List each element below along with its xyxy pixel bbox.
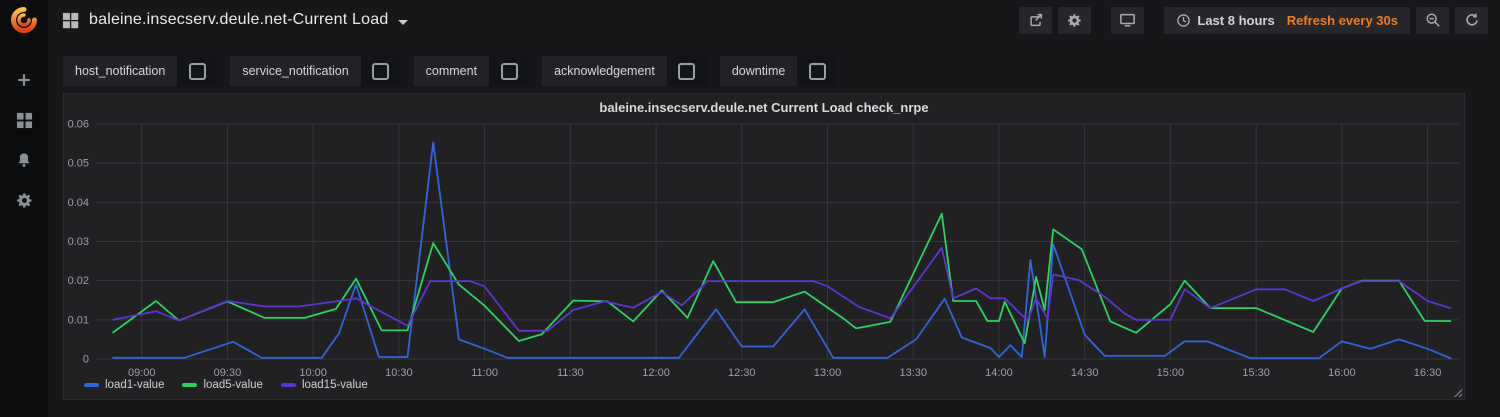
filter-acknowledgement: acknowledgement xyxy=(542,56,707,86)
filter-checkbox-comment[interactable] xyxy=(489,56,529,86)
x-tick-label: 15:30 xyxy=(1242,367,1270,379)
filter-checkbox-acknowledgement[interactable] xyxy=(667,56,707,86)
refresh-interval-label[interactable]: Refresh every 30s xyxy=(1287,13,1398,28)
y-tick-label: 0.01 xyxy=(68,314,89,326)
clock-icon xyxy=(1176,13,1191,28)
checkbox[interactable] xyxy=(501,63,518,80)
checkbox[interactable] xyxy=(372,63,389,80)
legend-swatch xyxy=(84,383,99,387)
sidebar xyxy=(0,0,48,417)
filter-label: downtime xyxy=(720,56,798,86)
filter-label: service_notification xyxy=(230,56,360,86)
refresh-button[interactable] xyxy=(1455,7,1488,34)
filter-downtime: downtime xyxy=(720,56,838,86)
chart-legend: load1-value load5-value load15-value xyxy=(84,379,368,391)
series-load5-value-line xyxy=(113,214,1450,344)
legend-label: load1-value xyxy=(105,379,164,391)
y-tick-label: 0.04 xyxy=(68,197,89,209)
dashboard-title[interactable]: baleine.insecserv.deule.net-Current Load xyxy=(89,11,388,29)
time-range-label: Last 8 hours xyxy=(1197,13,1274,28)
checkbox[interactable] xyxy=(189,63,206,80)
checkbox[interactable] xyxy=(678,63,695,80)
filter-checkbox-host_notification[interactable] xyxy=(177,56,217,86)
chevron-down-icon[interactable] xyxy=(398,20,408,25)
legend-swatch xyxy=(182,383,197,387)
x-tick-label: 12:00 xyxy=(642,367,670,379)
filter-label: comment xyxy=(414,56,489,86)
x-tick-label: 11:30 xyxy=(557,367,584,379)
alerting-bell-icon[interactable] xyxy=(14,150,34,170)
x-tick-label: 12:30 xyxy=(728,367,756,379)
filter-label: acknowledgement xyxy=(542,56,667,86)
filter-checkbox-downtime[interactable] xyxy=(797,56,837,86)
panel-current-load: baleine.insecserv.deule.net Current Load… xyxy=(63,93,1465,400)
create-plus-icon[interactable] xyxy=(14,70,34,90)
x-tick-label: 10:30 xyxy=(385,367,413,379)
grafana-logo[interactable] xyxy=(0,0,48,40)
dashboard-grid-icon xyxy=(62,12,79,29)
x-tick-label: 10:00 xyxy=(299,367,327,379)
x-tick-label: 13:00 xyxy=(814,367,842,379)
y-tick-label: 0.02 xyxy=(68,275,89,287)
filter-comment: comment xyxy=(414,56,529,86)
legend-swatch xyxy=(281,383,296,387)
timeseries-chart[interactable]: 0 0.01 0.02 0.03 0.04 0.05 0.06 09:00 09:30 10:00… xyxy=(64,94,1466,401)
y-tick-label: 0.05 xyxy=(68,158,89,170)
filter-service_notification: service_notification xyxy=(230,56,400,86)
legend-label: load5-value xyxy=(203,379,262,391)
legend-item-load1-value[interactable]: load1-value xyxy=(84,379,164,391)
y-tick-label: 0 xyxy=(83,354,89,366)
configuration-gear-icon[interactable] xyxy=(14,190,34,210)
tv-mode-button[interactable] xyxy=(1111,7,1144,34)
series-load1-value-line xyxy=(113,142,1450,358)
grafana-app: { "navbar": { "title": "baleine.insecser… xyxy=(0,0,1500,417)
filter-label: host_notification xyxy=(63,56,177,86)
template-variables-row: host_notification service_notification com… xyxy=(63,56,837,86)
legend-label: load15-value xyxy=(302,379,368,391)
x-tick-label: 16:00 xyxy=(1328,367,1356,379)
x-tick-label: 11:00 xyxy=(471,367,498,379)
filter-host_notification: host_notification xyxy=(63,56,217,86)
zoom-out-button[interactable] xyxy=(1416,7,1449,34)
x-tick-label: 16:30 xyxy=(1414,367,1442,379)
y-tick-label: 0.03 xyxy=(68,236,89,248)
x-tick-label: 13:30 xyxy=(899,367,927,379)
y-tick-label: 0.06 xyxy=(68,119,89,131)
settings-gear-button[interactable] xyxy=(1058,7,1091,34)
checkbox[interactable] xyxy=(809,63,826,80)
time-range-picker[interactable]: Last 8 hours Refresh every 30s xyxy=(1164,7,1410,34)
dashboards-grid-icon[interactable] xyxy=(14,110,34,130)
x-tick-label: 14:00 xyxy=(985,367,1013,379)
filter-checkbox-service_notification[interactable] xyxy=(361,56,401,86)
x-tick-label: 15:00 xyxy=(1157,367,1185,379)
share-button[interactable] xyxy=(1019,7,1052,34)
legend-item-load15-value[interactable]: load15-value xyxy=(281,379,368,391)
legend-item-load5-value[interactable]: load5-value xyxy=(182,379,262,391)
x-tick-label: 14:30 xyxy=(1071,367,1099,379)
series-load15-value-line xyxy=(113,248,1450,331)
x-tick-label: 09:30 xyxy=(214,367,242,379)
top-navbar: baleine.insecserv.deule.net-Current Load xyxy=(48,0,1500,40)
x-tick-label: 09:00 xyxy=(128,367,156,379)
